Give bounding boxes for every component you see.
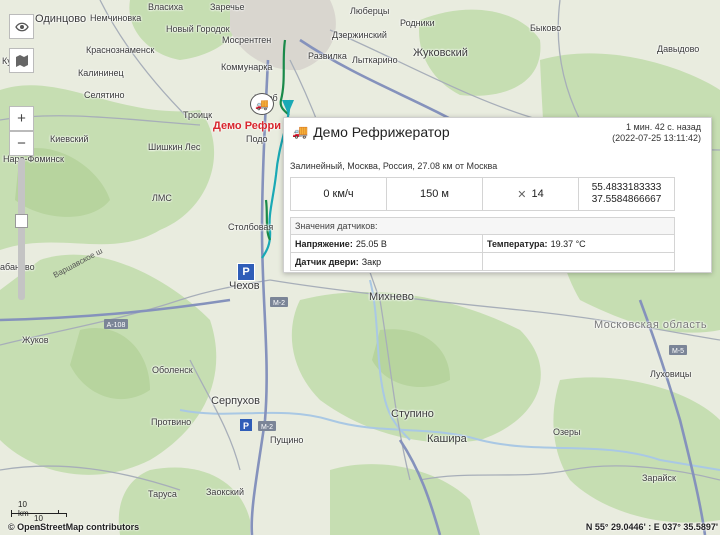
zoom-slider[interactable] [15, 158, 28, 300]
zoom-controls: + − [9, 106, 34, 156]
time-ago: 1 мин. 42 с. назад [626, 122, 701, 132]
place-label: Троицк [183, 110, 213, 120]
parking-small-label: P [243, 421, 249, 431]
zoom-slider-handle[interactable] [15, 214, 28, 228]
place-label: Таруса [148, 489, 177, 499]
satellite-icon: ✕ [517, 188, 527, 201]
place-label: Луховицы [650, 369, 692, 379]
popup-title: Демо Рефрижератор [313, 124, 450, 140]
truck-icon: 🚚 [255, 98, 269, 111]
place-label: Люберцы [350, 6, 390, 16]
truck-icon: 🚚 [292, 124, 309, 139]
place-label: Протвино [151, 417, 192, 427]
speed-cell: 0 км/ч [291, 178, 387, 210]
timestamp: (2022-07-25 13:11:42) [612, 133, 701, 143]
road-shield-m2-a: М-2 [273, 300, 285, 307]
coordinates-cell: 55.4833183333 37.5584866667 [579, 178, 674, 210]
place-label: Пущино [270, 435, 304, 445]
place-label: Дзержинский [332, 30, 387, 40]
vehicle-info-popup: 🚚 Демо Рефрижератор 1 мин. 42 с. назад (… [283, 117, 712, 273]
door-value: Закр [361, 256, 382, 267]
voltage-label: Напряжение: [295, 238, 353, 249]
road-shield-m5: М-5 [672, 348, 684, 355]
map-toolbar [9, 14, 34, 73]
sensor-row: Датчик двери: Закр [291, 253, 674, 270]
empty-cell [483, 253, 674, 270]
region-label: Московская область [594, 319, 708, 331]
place-label: Серпухов [211, 395, 260, 407]
voltage-cell: Напряжение: 25.05 В [291, 235, 483, 252]
altitude-cell: 150 м [387, 178, 483, 210]
zoom-in-button[interactable]: + [9, 106, 34, 131]
vehicle-marker[interactable]: 🚚 [250, 93, 274, 115]
place-label: Жуковский [413, 47, 468, 59]
temperature-value: 19.37 °С [550, 238, 586, 249]
longitude: 37.5584866667 [591, 194, 662, 205]
map-layers-icon[interactable] [9, 48, 34, 73]
place-label: Одинцово [35, 13, 87, 25]
popup-address: Залинейный, Москва, Россия, 27.08 км от … [290, 161, 498, 171]
place-label: Калининец [78, 68, 124, 78]
vehicle-label[interactable]: Демо Рефри [213, 120, 281, 132]
place-label: Ступино [391, 408, 434, 420]
place-label: Заокский [206, 487, 244, 497]
temperature-cell: Температура: 19.37 °С [483, 235, 674, 252]
place-label: Коммунарка [221, 62, 273, 72]
attribution[interactable]: © OpenStreetMap contributors [8, 522, 139, 532]
place-label: Зарайск [642, 473, 676, 483]
place-label: Быково [530, 23, 562, 33]
place-label: Чехов [229, 280, 260, 292]
stats-row: 0 км/ч 150 м ✕ 14 55.4833183333 37.55848… [290, 177, 675, 211]
place-label: Заречье [210, 2, 245, 12]
place-label: Немчиновка [90, 13, 142, 23]
place-label: Жуков [22, 335, 49, 345]
place-label: Родники [400, 18, 435, 28]
voltage-value: 25.05 В [355, 238, 387, 249]
place-label: Столбовая [228, 222, 274, 232]
place-label: Кашира [427, 433, 467, 445]
place-label: Михнево [369, 291, 414, 303]
popup-header: 🚚 Демо Рефрижератор [292, 124, 450, 140]
cursor-coordinates: N 55° 29.0446' : E 037° 35.5897' [585, 522, 718, 532]
place-label: Власиха [148, 2, 184, 12]
place-label: Селятино [84, 90, 125, 100]
place-label: Шишкин Лес [148, 142, 201, 152]
place-label: Давыдово [657, 44, 700, 54]
satellites-cell: ✕ 14 [483, 178, 579, 210]
sensors-header: Значения датчиков: [291, 218, 674, 235]
temperature-label: Температура: [487, 238, 548, 249]
zoom-out-button[interactable]: − [9, 131, 34, 156]
place-label: Оболенск [152, 365, 193, 375]
door-label: Датчик двери: [295, 256, 359, 267]
place-label: Наро-Фоминск [3, 154, 64, 164]
place-label: Лыткарино [352, 55, 398, 65]
road-shield-m2-b: М-2 [261, 424, 273, 431]
eye-icon[interactable] [9, 14, 34, 39]
place-label: Мосрентген [222, 35, 272, 45]
door-cell: Датчик двери: Закр [291, 253, 483, 270]
sensor-row: Напряжение: 25.05 В Температура: 19.37 °… [291, 235, 674, 253]
place-label: Краснознаменск [86, 45, 155, 55]
place-label: Новый Городок [166, 24, 230, 34]
sensors-table: Значения датчиков: Напряжение: 25.05 В Т… [290, 217, 675, 271]
satellites-count: 14 [531, 188, 544, 200]
road-shield-a108: А-108 [107, 322, 126, 329]
place-label: Киевский [50, 134, 89, 144]
latitude: 55.4833183333 [591, 182, 662, 193]
place-label: Развилка [308, 51, 347, 61]
popup-timestamp: 1 мин. 42 с. назад (2022-07-25 13:11:42) [612, 122, 701, 144]
place-label: Подо [246, 134, 268, 144]
place-label: ЛМС [152, 193, 172, 203]
place-label: Озеры [553, 427, 581, 437]
parking-marker[interactable]: P [237, 263, 255, 281]
